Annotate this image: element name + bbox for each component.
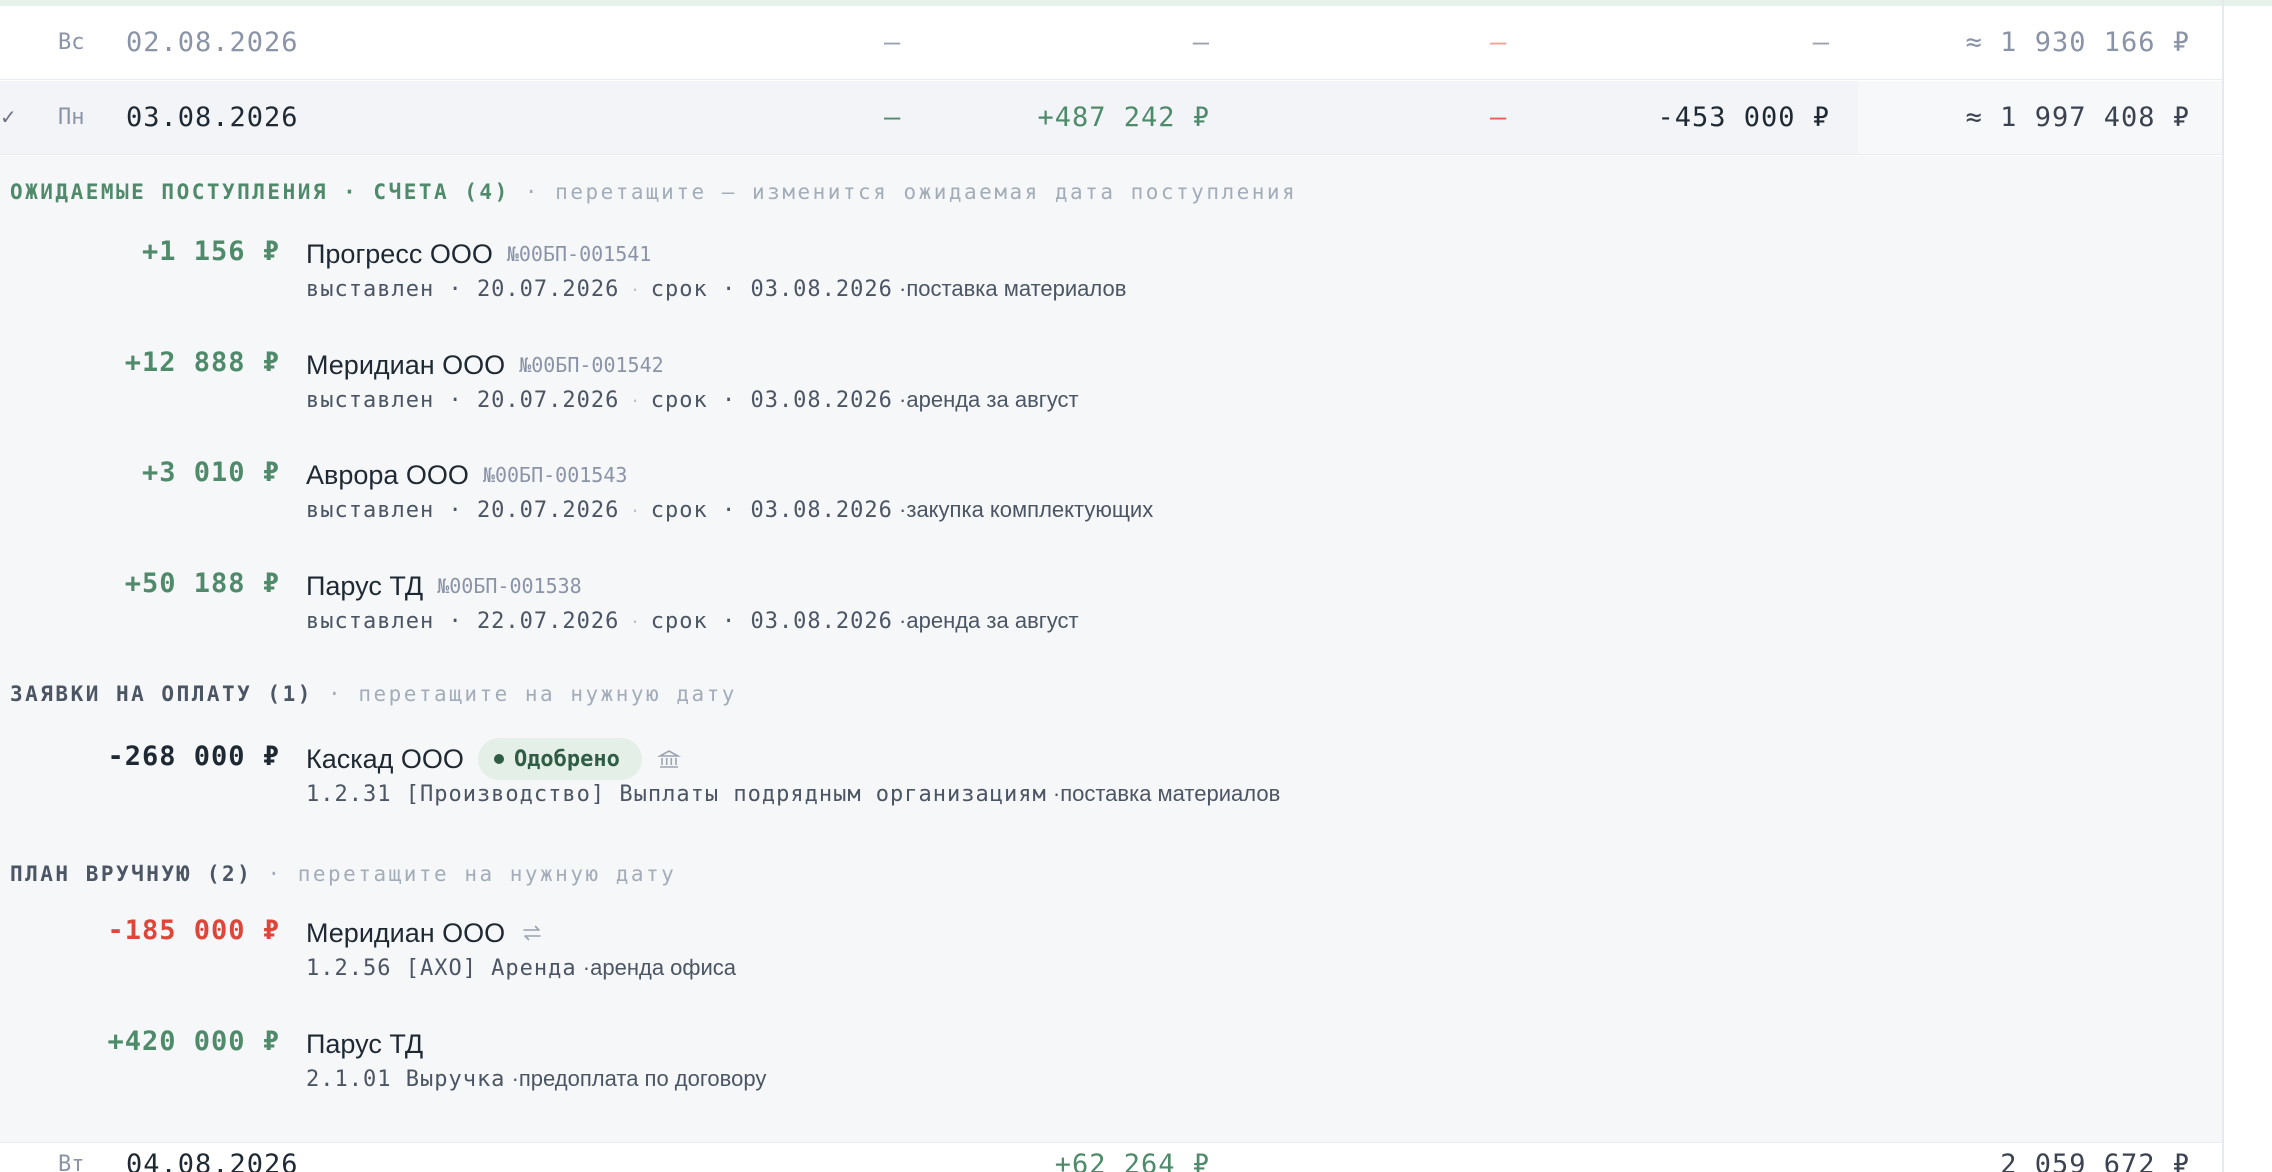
section-header-incoming: ОЖИДАЕМЫЕ ПОСТУПЛЕНИЯ · СЧЕТА (4) · пере… <box>10 180 1297 204</box>
day-date: 02.08.2026 <box>126 27 299 58</box>
weekday-label: Вт <box>58 1152 85 1172</box>
section-header-manual-plan: ПЛАН ВРУЧНУЮ (2) · перетащите на нужную … <box>10 862 676 886</box>
balance-value: 2 059 672 ₽ <box>2000 1149 2190 1172</box>
scroll-area-border <box>2222 0 2224 1172</box>
day-row-expanded[interactable]: ✓ Пн 03.08.2026 — +487 242 ₽ — -453 000 … <box>0 81 2222 155</box>
status-label: Одобрено <box>513 746 620 772</box>
invoice-amount: +1 156 ₽ <box>141 236 280 267</box>
cell-value: — <box>1812 27 1830 58</box>
due-date: срок · 03.08.2026 <box>650 609 893 634</box>
counterparty-name: Прогресс ООО <box>306 238 493 269</box>
invoice-item[interactable]: +3 010 ₽ Аврора ООО №00БП-001543 выставл… <box>0 457 2222 537</box>
invoice-number: №00БП-001538 <box>437 574 582 598</box>
plan-amount: -185 000 ₽ <box>107 915 280 946</box>
item-note: ·аренда за август <box>899 387 1079 412</box>
balance-value: ≈ 1 997 408 ₽ <box>1965 102 2190 133</box>
budget-category: 1.2.56 [АХО] Аренда <box>306 956 577 981</box>
balance-value: ≈ 1 930 166 ₽ <box>1965 27 2190 58</box>
budget-category: 2.1.01 Выручка <box>306 1067 506 1092</box>
item-note: ·аренда за август <box>899 608 1079 633</box>
budget-category: 1.2.31 [Производство] Выплаты подрядным … <box>306 782 1047 807</box>
invoice-number: №00БП-001542 <box>519 353 664 377</box>
issued-date: выставлен · 22.07.2026 <box>306 609 620 634</box>
counterparty-name: Меридиан ООО <box>306 349 506 380</box>
section-header-payment-requests: ЗАЯВКИ НА ОПЛАТУ (1) · перетащите на нуж… <box>10 682 737 706</box>
invoice-item[interactable]: +50 188 ₽ Парус ТД №00БП-001538 выставле… <box>0 568 2222 648</box>
due-date: срок · 03.08.2026 <box>650 388 893 413</box>
weekday-label: Вс <box>58 30 85 55</box>
invoice-amount: +12 888 ₽ <box>124 347 280 378</box>
expense-total: -453 000 ₽ <box>1657 102 1830 133</box>
cell-value: — <box>1192 27 1210 58</box>
item-note: ·поставка материалов <box>899 276 1127 301</box>
item-note: ·закупка комплектующих <box>899 497 1154 522</box>
weekday-label: Пн <box>58 105 85 130</box>
income-total: +62 264 ₽ <box>1054 1149 1210 1172</box>
plan-amount: +420 000 ₽ <box>107 1026 280 1057</box>
day-row[interactable]: Вс 02.08.2026 — — — — ≈ 1 930 166 ₽ <box>0 6 2222 80</box>
status-dot <box>493 754 504 764</box>
item-note: ·аренда офиса <box>582 955 737 980</box>
day-detail-panel: ОЖИДАЕМЫЕ ПОСТУПЛЕНИЯ · СЧЕТА (4) · пере… <box>0 156 2222 1142</box>
cell-value: — <box>1490 102 1507 133</box>
invoice-item[interactable]: +1 156 ₽ Прогресс ООО №00БП-001541 выста… <box>0 236 2222 316</box>
invoice-amount: +3 010 ₽ <box>141 457 280 488</box>
counterparty-name: Аврора ООО <box>306 459 469 490</box>
section-hint: · перетащите на нужную дату <box>267 862 677 886</box>
invoice-item[interactable]: +12 888 ₽ Меридиан ООО №00БП-001542 выст… <box>0 347 2222 427</box>
section-title: ЗАЯВКИ НА ОПЛАТУ (1) <box>10 682 313 706</box>
payment-amount: -268 000 ₽ <box>107 741 280 772</box>
status-badge: Одобрено <box>477 738 642 780</box>
payment-request-item[interactable]: -268 000 ₽ Каскад ООО Одобрено 1.2.31 [П… <box>0 738 2222 821</box>
manual-plan-item[interactable]: +420 000 ₽ Парус ТД 2.1.01 Выручка ·пред… <box>0 1026 2222 1106</box>
invoice-number: №00БП-001543 <box>482 463 628 487</box>
section-title: ОЖИДАЕМЫЕ ПОСТУПЛЕНИЯ · СЧЕТА (4) <box>10 180 510 204</box>
section-hint: · перетащите — изменится ожидаемая дата … <box>524 180 1298 204</box>
manual-plan-item[interactable]: -185 000 ₽ Меридиан ООО 1.2.56 [АХО] Аре… <box>0 915 2222 995</box>
invoice-amount: +50 188 ₽ <box>124 568 280 599</box>
issued-date: выставлен · 20.07.2026 <box>306 498 620 523</box>
section-title: ПЛАН ВРУЧНУЮ (2) <box>10 862 253 886</box>
repeat-icon[interactable] <box>519 920 545 946</box>
due-date: срок · 03.08.2026 <box>650 498 893 523</box>
cell-value: — <box>884 102 901 133</box>
cell-value: — <box>884 27 901 58</box>
item-note: ·поставка материалов <box>1052 781 1281 806</box>
issued-date: выставлен · 20.07.2026 <box>306 388 620 413</box>
section-hint: · перетащите на нужную дату <box>328 682 737 706</box>
counterparty-name: Меридиан ООО <box>306 917 506 948</box>
day-row[interactable]: Вт 04.08.2026 +62 264 ₽ 2 059 672 ₽ <box>0 1142 2222 1172</box>
invoice-number: №00БП-001541 <box>506 242 652 266</box>
cell-value: — <box>1490 27 1507 58</box>
issued-date: выставлен · 20.07.2026 <box>306 277 620 302</box>
income-total: +487 242 ₽ <box>1037 102 1210 133</box>
due-date: срок · 03.08.2026 <box>650 277 893 302</box>
bank-icon[interactable] <box>656 746 682 772</box>
expanded-check-icon: ✓ <box>0 107 17 129</box>
counterparty-name: Парус ТД <box>306 1028 424 1059</box>
counterparty-name: Каскад ООО <box>306 743 464 774</box>
item-note: ·предоплата по договору <box>511 1066 767 1091</box>
day-date: 04.08.2026 <box>126 1149 299 1172</box>
counterparty-name: Парус ТД <box>306 570 424 601</box>
day-date: 03.08.2026 <box>126 102 299 133</box>
